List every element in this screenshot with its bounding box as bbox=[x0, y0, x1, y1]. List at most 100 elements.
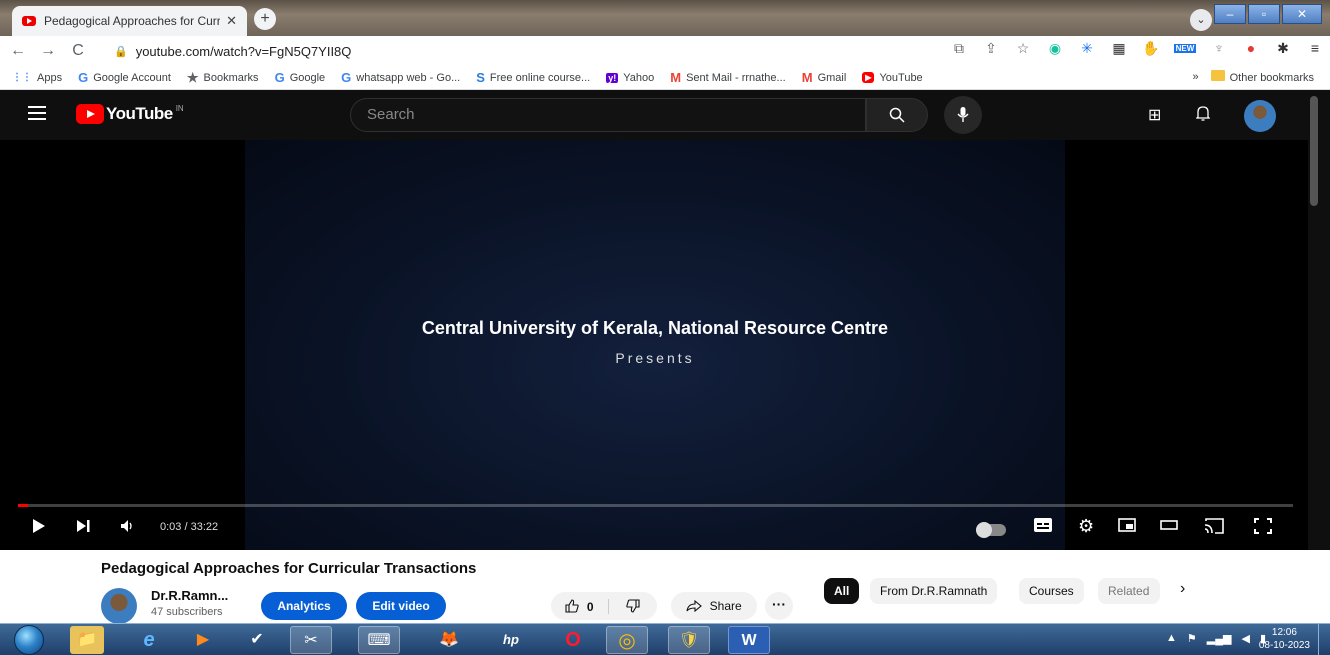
youtube-logo[interactable]: YouTube IN bbox=[76, 104, 184, 124]
network-signal-icon[interactable]: ▂▄▆ bbox=[1207, 632, 1232, 645]
browser-tab[interactable]: Pedagogical Approaches for Curr ✕ bbox=[12, 6, 247, 36]
reading-list-icon[interactable]: ≡ bbox=[1306, 40, 1324, 56]
bookmark-apps[interactable]: ⋮⋮ Apps bbox=[12, 72, 62, 84]
google-icon: G bbox=[341, 70, 352, 85]
forward-button[interactable]: → bbox=[36, 42, 60, 60]
edit-video-button[interactable]: Edit video bbox=[356, 592, 446, 620]
notifications-bell-icon[interactable] bbox=[1195, 105, 1211, 126]
next-video-button[interactable] bbox=[76, 518, 92, 539]
chrome-icon[interactable]: ◎ bbox=[606, 626, 648, 654]
video-player[interactable]: Central University of Kerala, National R… bbox=[0, 140, 1308, 550]
autoplay-toggle[interactable] bbox=[976, 522, 1006, 538]
bookmark-google-account[interactable]: G Google Account bbox=[78, 70, 171, 85]
chevron-right-icon[interactable]: › bbox=[1180, 580, 1185, 598]
install-icon[interactable]: ⧉ bbox=[950, 40, 968, 57]
firefox-icon[interactable]: 🦊 bbox=[428, 626, 470, 654]
extension-red-icon[interactable]: ● bbox=[1242, 40, 1260, 56]
search-input[interactable]: Search bbox=[350, 98, 866, 132]
media-player-icon[interactable]: ▶ bbox=[182, 626, 224, 654]
close-window-button[interactable]: ✕ bbox=[1282, 4, 1322, 24]
file-explorer-icon[interactable]: 📁 bbox=[70, 626, 104, 654]
url-text[interactable]: youtube.com/watch?v=FgN5Q7YII8Q bbox=[136, 44, 352, 59]
opera-icon[interactable]: O bbox=[552, 626, 594, 654]
channel-avatar[interactable] bbox=[101, 588, 137, 624]
bookmark-youtube[interactable]: ▶ YouTube bbox=[862, 72, 923, 84]
tab-close-icon[interactable]: ✕ bbox=[226, 13, 237, 29]
action-center-flag-icon[interactable]: ⚑ bbox=[1187, 632, 1197, 645]
show-desktop-button[interactable] bbox=[1318, 624, 1330, 655]
windows-taskbar: 📁 e ▶ ✔ ✂ ⌨ 🦊 hp O ◎ 🛡 W ▲ ⚑ ▂▄▆ ◀ ▮ 12:… bbox=[0, 623, 1330, 655]
maximize-button[interactable]: ▫ bbox=[1248, 4, 1280, 24]
subtitles-button[interactable] bbox=[1034, 518, 1052, 537]
cast-button[interactable] bbox=[1204, 518, 1224, 539]
chip-from-channel[interactable]: From Dr.R.Ramnath bbox=[870, 578, 998, 604]
share-icon[interactable]: ⇪ bbox=[982, 40, 1000, 57]
search-icon bbox=[889, 107, 905, 123]
url-bar[interactable]: 🔒 youtube.com/watch?v=FgN5Q7YII8Q bbox=[114, 39, 940, 63]
keyboard-app-icon[interactable]: ⌨ bbox=[358, 626, 400, 654]
word-icon[interactable]: W bbox=[728, 626, 770, 654]
tab-search-dropdown-icon[interactable]: ⌄ bbox=[1190, 9, 1212, 31]
bookmark-star-icon[interactable]: ☆ bbox=[1014, 40, 1032, 57]
analytics-button[interactable]: Analytics bbox=[261, 592, 347, 620]
extension-grid-icon[interactable]: ▦ bbox=[1110, 40, 1128, 57]
start-button[interactable] bbox=[14, 625, 44, 655]
like-button[interactable]: 0 bbox=[551, 598, 609, 614]
chip-courses[interactable]: Courses bbox=[1019, 578, 1084, 604]
page-scrollbar[interactable] bbox=[1310, 96, 1318, 206]
voice-search-button[interactable] bbox=[944, 96, 982, 134]
dislike-button[interactable] bbox=[609, 598, 657, 614]
extension-gear-icon[interactable]: ✳ bbox=[1078, 40, 1096, 57]
bookmarks-overflow-button[interactable]: » bbox=[1193, 71, 1199, 83]
chip-related[interactable]: Related bbox=[1098, 578, 1160, 604]
clock-time: 12:06 bbox=[1271, 627, 1297, 638]
player-controls: 0:03 / 33:22 ⚙ bbox=[0, 512, 1308, 548]
share-button[interactable]: Share bbox=[671, 592, 757, 620]
tray-overflow-icon[interactable]: ▲ bbox=[1166, 632, 1177, 645]
snipping-tool-icon[interactable]: ✂ bbox=[290, 626, 332, 654]
youtube-wordmark: YouTube bbox=[106, 104, 173, 123]
create-video-icon[interactable]: ⊞ bbox=[1148, 105, 1161, 125]
grammarly-icon[interactable]: ◉ bbox=[1046, 40, 1064, 57]
security-shield-icon[interactable]: 🛡 bbox=[668, 626, 710, 654]
miniplayer-button[interactable] bbox=[1118, 518, 1136, 537]
progress-bar[interactable] bbox=[18, 504, 1293, 507]
bookmark-gmail[interactable]: M Gmail bbox=[802, 70, 847, 85]
other-bookmarks-folder[interactable]: Other bookmarks bbox=[1210, 70, 1314, 84]
settings-gear-icon[interactable]: ⚙ bbox=[1078, 516, 1094, 537]
back-button[interactable]: ← bbox=[6, 42, 30, 60]
remote-app-icon[interactable]: ✔ bbox=[236, 626, 278, 654]
extensions-puzzle-icon[interactable]: ✱ bbox=[1274, 40, 1292, 57]
bookmark-google[interactable]: G Google bbox=[275, 70, 326, 85]
video-frame[interactable]: Central University of Kerala, National R… bbox=[245, 140, 1065, 550]
volume-button[interactable] bbox=[120, 518, 136, 539]
speaker-icon[interactable]: ◀ bbox=[1241, 632, 1249, 645]
bookmark-sent-mail[interactable]: M Sent Mail - rrnathe... bbox=[670, 70, 786, 85]
more-actions-button[interactable]: ··· bbox=[765, 592, 793, 620]
system-clock[interactable]: 12:06 08-10-2023 bbox=[1259, 626, 1310, 652]
reload-button[interactable]: C bbox=[66, 42, 90, 60]
extension-new-icon[interactable]: NEW bbox=[1174, 43, 1196, 53]
minimize-button[interactable]: – bbox=[1214, 4, 1246, 24]
play-button[interactable] bbox=[32, 518, 46, 539]
chip-all[interactable]: All bbox=[824, 578, 860, 604]
video-title: Pedagogical Approaches for Curricular Tr… bbox=[101, 560, 477, 577]
new-tab-button[interactable]: + bbox=[254, 8, 276, 30]
menu-icon[interactable] bbox=[28, 106, 46, 120]
bookmark-whatsapp-web[interactable]: Gwhatsapp web - Go... bbox=[341, 70, 460, 85]
extension-hand-icon[interactable]: ✋ bbox=[1142, 40, 1160, 57]
channel-name[interactable]: Dr.R.Ramn... bbox=[151, 588, 228, 603]
fullscreen-button[interactable] bbox=[1254, 518, 1272, 539]
extension-leaf-icon[interactable]: ♆ bbox=[1210, 40, 1228, 56]
bookmark-yahoo[interactable]: y! Yahoo bbox=[606, 72, 654, 84]
account-avatar[interactable] bbox=[1244, 100, 1276, 132]
share-arrow-icon bbox=[686, 599, 703, 613]
bookmark-bookmarks[interactable]: ★ Bookmarks bbox=[187, 70, 259, 86]
search-button[interactable] bbox=[866, 98, 928, 132]
hp-icon[interactable]: hp bbox=[490, 626, 532, 654]
screen: Pedagogical Approaches for Curr ✕ + ⌄ – … bbox=[0, 0, 1330, 655]
apps-grid-icon: ⋮⋮ bbox=[12, 72, 32, 83]
internet-explorer-icon[interactable]: e bbox=[128, 626, 170, 654]
theater-mode-button[interactable] bbox=[1160, 518, 1178, 537]
bookmark-free-online-course[interactable]: S Free online course... bbox=[476, 70, 590, 85]
